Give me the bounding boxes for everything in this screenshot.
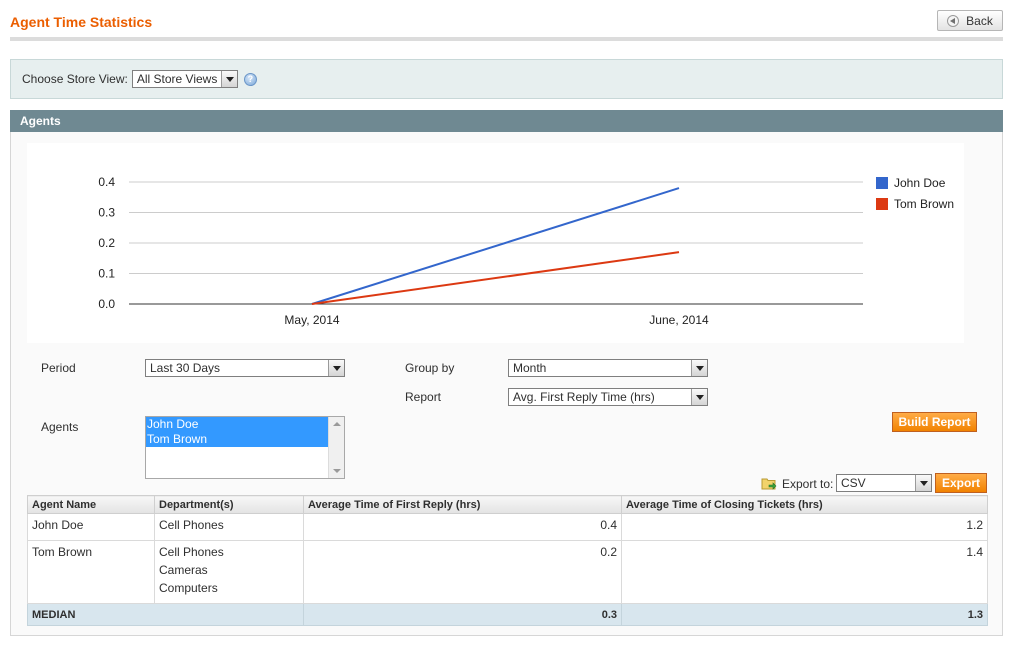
export-format-value: CSV [841, 476, 866, 490]
scroll-down-icon[interactable] [333, 469, 341, 473]
department-item: Cell Phones [159, 545, 224, 559]
export-label: Export to: [782, 477, 834, 491]
x-tick-label: June, 2014 [649, 313, 709, 327]
column-header[interactable]: Average Time of Closing Tickets (hrs) [621, 495, 988, 514]
totals-row: MEDIAN 0.3 1.3 [27, 603, 988, 626]
build-report-button[interactable]: Build Report [892, 412, 977, 432]
group-by-value: Month [513, 361, 547, 375]
table-row[interactable]: John Doe Cell Phones 0.4 1.2 [27, 513, 988, 541]
help-icon[interactable]: ? [243, 72, 257, 86]
grid-header-row: Agent Name Department(s) Average Time of… [27, 495, 988, 514]
series-line-2 [311, 251, 680, 305]
first-reply-cell: 0.2 [303, 540, 622, 604]
dropdown-arrow-icon [691, 360, 707, 376]
agent-option[interactable]: John Doe [146, 417, 328, 432]
agent-name-cell: Tom Brown [27, 540, 155, 604]
title-divider [10, 37, 1003, 41]
back-button[interactable]: Back [937, 10, 1003, 31]
period-value: Last 30 Days [150, 361, 221, 375]
y-tick-label: 0.4 [98, 175, 115, 189]
department-item: Cameras [159, 563, 208, 577]
totals-first-reply: 0.3 [303, 603, 622, 626]
table-row[interactable]: Tom Brown Cell Phones Cameras Computers … [27, 540, 988, 604]
legend-label: Tom Brown [894, 197, 954, 211]
first-reply-cell: 0.4 [303, 513, 622, 541]
scroll-up-icon[interactable] [333, 422, 341, 426]
column-header[interactable]: Department(s) [154, 495, 304, 514]
section-header: Agents [10, 110, 1003, 132]
department-item: Computers [159, 581, 218, 595]
x-tick-label: May, 2014 [284, 313, 339, 327]
agents-grid: Agent Name Department(s) Average Time of… [27, 495, 988, 626]
department-item: Cell Phones [159, 518, 224, 532]
section-body: 0.0 0.1 0.2 0.3 0.4 May, 2014 June, 2014 John D… [10, 132, 1003, 636]
y-tick-label: 0.0 [98, 297, 115, 311]
store-view-label: Choose Store View: [22, 72, 128, 86]
totals-closing: 1.3 [621, 603, 988, 626]
report-select[interactable]: Avg. First Reply Time (hrs) [508, 388, 708, 406]
column-header[interactable]: Average Time of First Reply (hrs) [303, 495, 622, 514]
departments-cell: Cell Phones Cameras Computers [154, 540, 304, 604]
legend-swatch [876, 177, 888, 189]
agent-name-cell: John Doe [27, 513, 155, 541]
export-button[interactable]: Export [935, 473, 987, 493]
store-view-select[interactable]: All Store Views [131, 70, 238, 88]
y-tick-label: 0.1 [98, 267, 115, 281]
y-tick-label: 0.2 [98, 236, 115, 250]
closing-cell: 1.2 [621, 513, 988, 541]
legend-swatch [876, 198, 888, 210]
agent-option[interactable]: Tom Brown [146, 432, 328, 447]
series-line-1 [311, 187, 680, 305]
back-arrow-icon [947, 14, 960, 27]
report-value: Avg. First Reply Time (hrs) [513, 390, 655, 404]
dropdown-arrow-icon [328, 360, 344, 376]
period-label: Period [41, 361, 76, 375]
report-label: Report [405, 390, 442, 404]
period-select[interactable]: Last 30 Days [145, 359, 345, 377]
agents-label: Agents [41, 420, 79, 434]
export-icon [761, 478, 777, 490]
back-button-label: Back [966, 13, 993, 28]
dropdown-arrow-icon [220, 71, 237, 87]
totals-label: MEDIAN [27, 603, 304, 626]
group-by-select[interactable]: Month [508, 359, 708, 377]
line-chart: 0.0 0.1 0.2 0.3 0.4 May, 2014 June, 2014 John D… [27, 143, 964, 343]
page-title: Agent Time Statistics [10, 14, 153, 30]
departments-cell: Cell Phones [154, 513, 304, 541]
multiselect-scrollbar[interactable] [328, 417, 344, 478]
closing-cell: 1.4 [621, 540, 988, 604]
store-switcher: Choose Store View: All Store Views ? [10, 59, 1003, 99]
legend-label: John Doe [894, 176, 946, 190]
export-format-select[interactable]: CSV [836, 474, 932, 492]
dropdown-arrow-icon [691, 389, 707, 405]
group-by-label: Group by [405, 361, 455, 375]
store-view-value: All Store Views [136, 72, 218, 86]
dropdown-arrow-icon [915, 475, 931, 491]
chart-svg: 0.0 0.1 0.2 0.3 0.4 May, 2014 June, 2014 John D… [98, 175, 954, 327]
agents-multiselect[interactable]: John Doe Tom Brown [145, 416, 345, 479]
y-tick-label: 0.3 [98, 206, 115, 220]
column-header[interactable]: Agent Name [27, 495, 155, 514]
